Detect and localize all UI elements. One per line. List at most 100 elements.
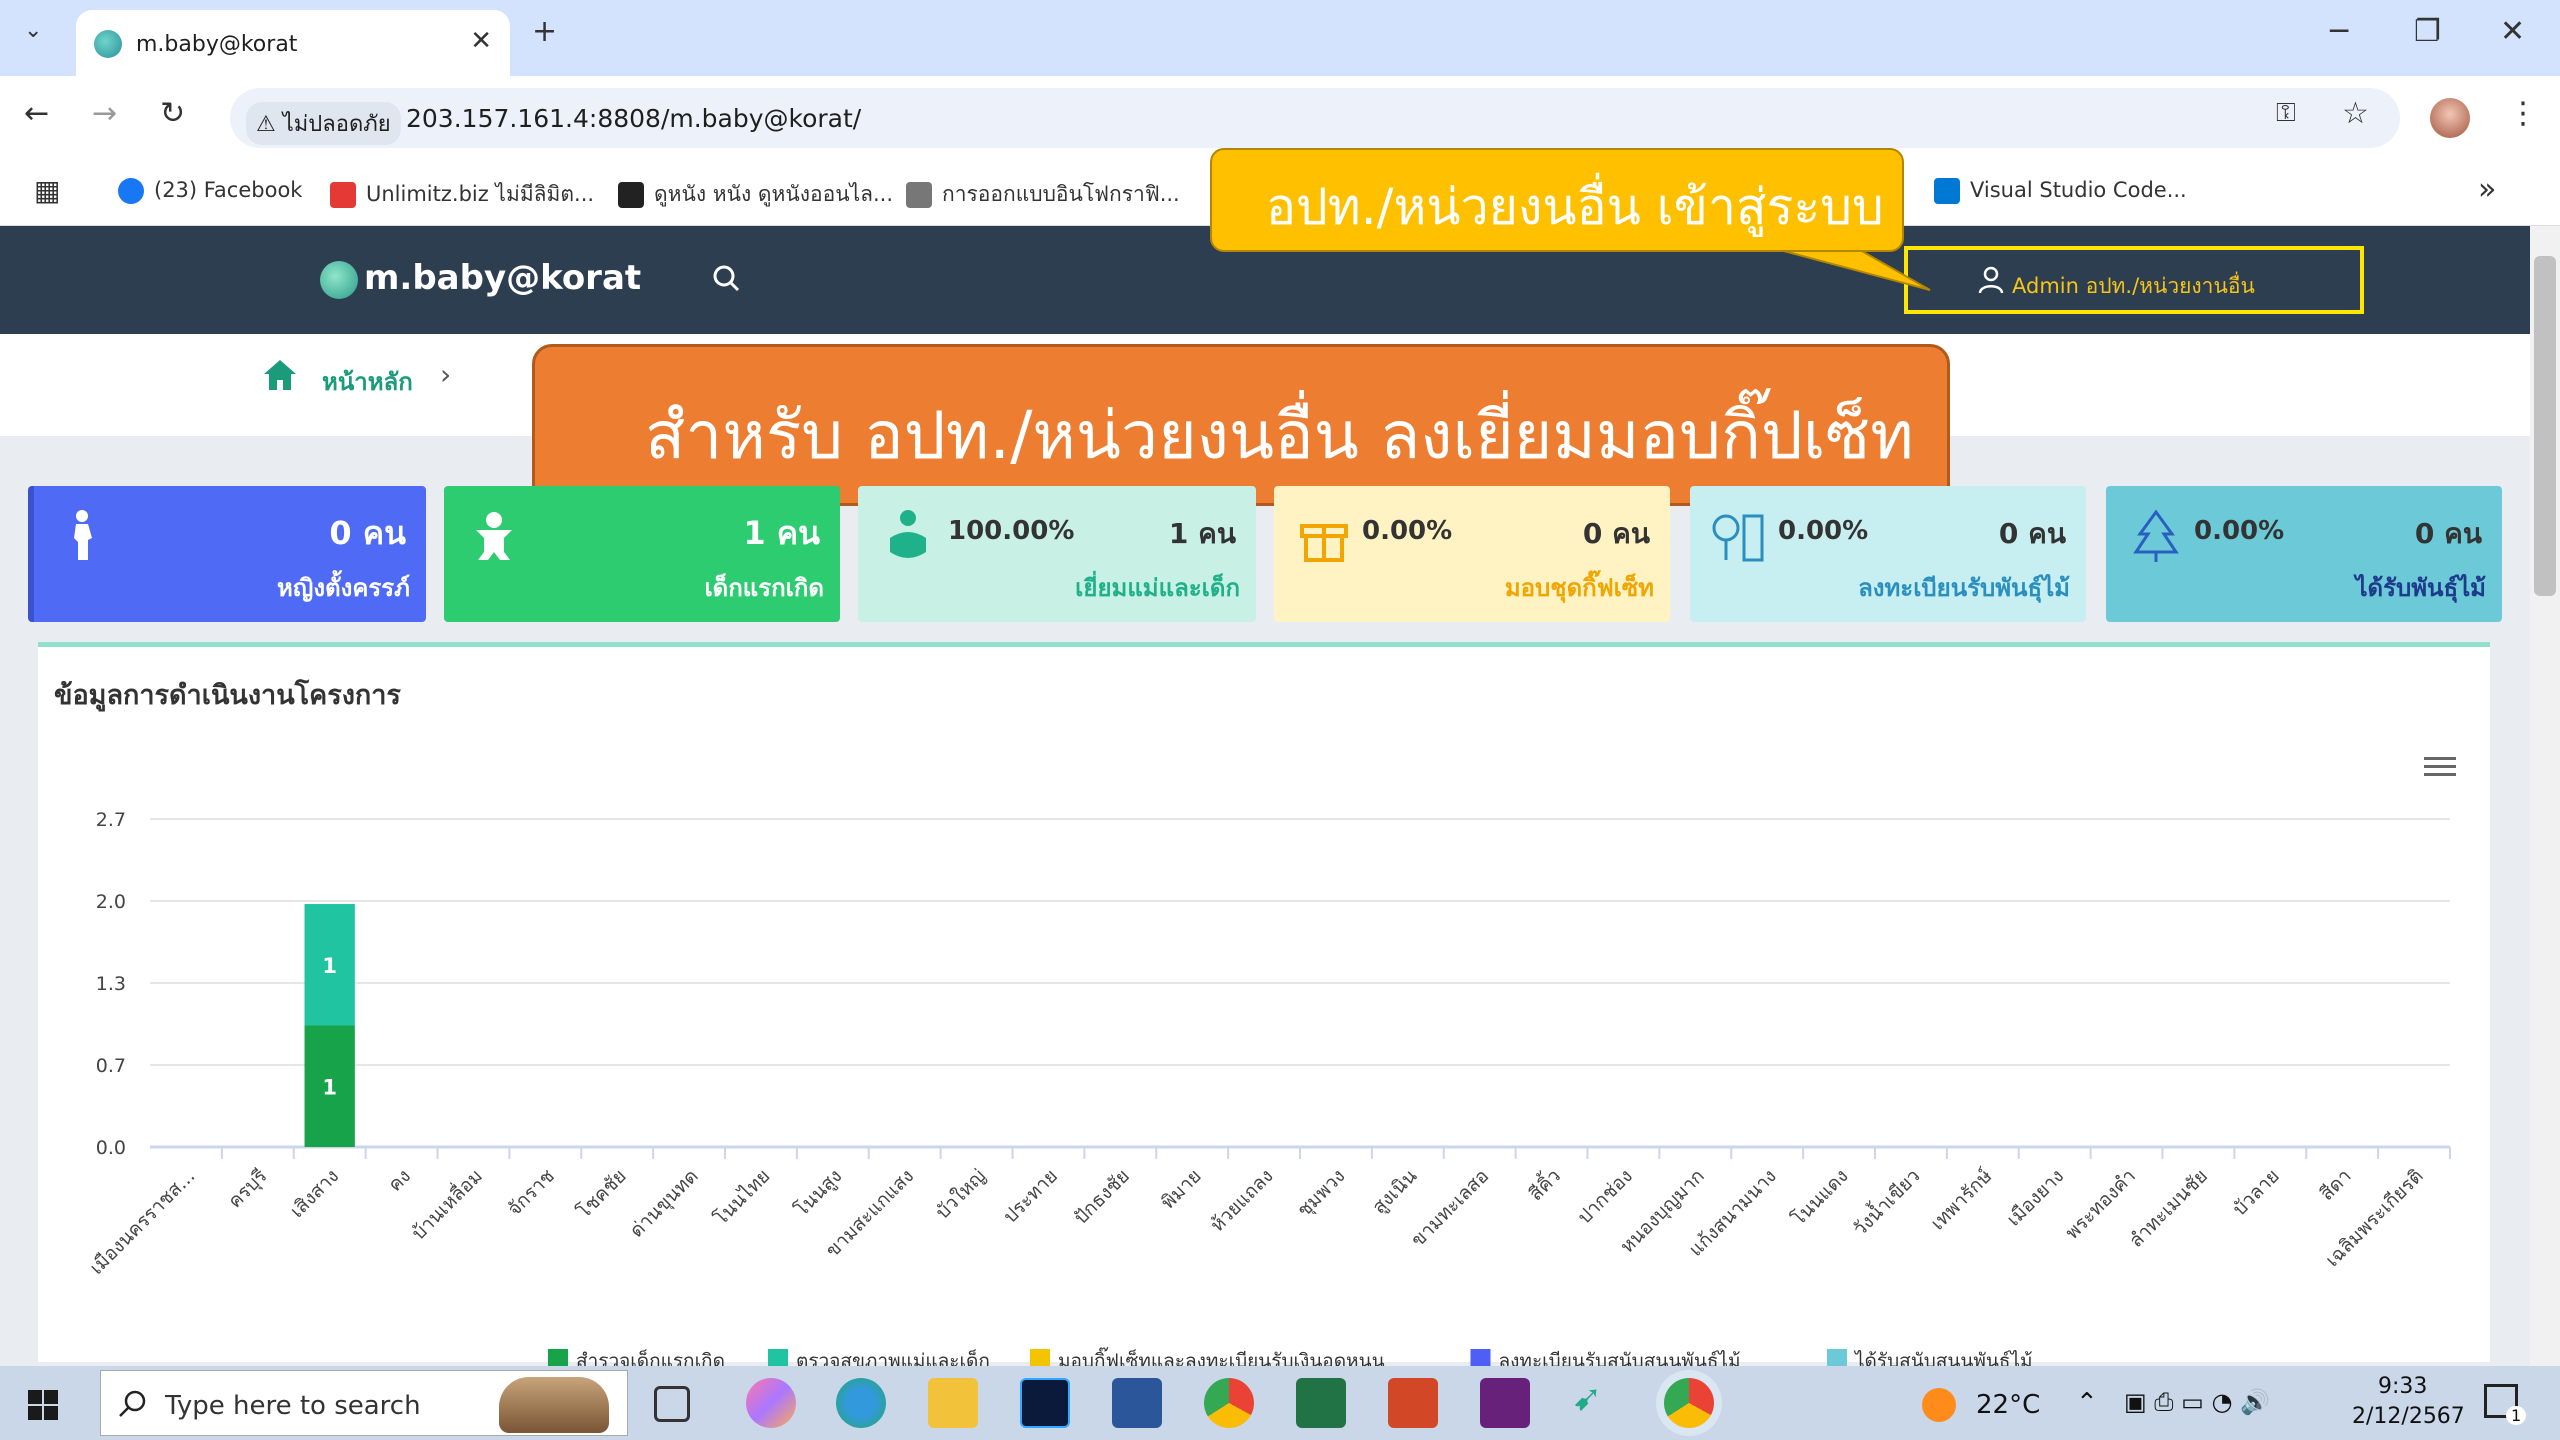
stat-label: ได้รับพันธุ์ไม้: [2355, 574, 2486, 602]
stat-percent: 0.00%: [1778, 516, 1869, 546]
tree-building-icon: [1712, 514, 1764, 562]
data-label: 1: [322, 954, 337, 978]
app-arrow-icon[interactable]: ➹: [1572, 1378, 1622, 1428]
x-tick-label: บัวลาย: [2229, 1165, 2284, 1220]
stat-card-giftset[interactable]: 0.00% 0 คน มอบชุดกิ๊ฟเซ็ท: [1274, 486, 1670, 622]
legend-label: มอบกิ๊ฟเซ็ทและลงทะเบียนรับเงินอุดหนุน: [1058, 1347, 1385, 1367]
baby-icon: [476, 512, 512, 560]
x-tick-label: เสิงสาง: [286, 1165, 343, 1222]
chart-panel: ข้อมูลการดำเนินงานโครงการ 0.0 0.7 1.3 2.0 2.…: [38, 642, 2490, 1367]
weather-icon[interactable]: [1922, 1388, 1956, 1422]
stat-label: มอบชุดกิ๊ฟเซ็ท: [1504, 574, 1654, 602]
main-callout: สำหรับ อปท./หน่วยงนอื่น ลงเยี่ยมมอบกิ๊ปเ…: [532, 344, 1950, 506]
mother-child-icon: [890, 510, 926, 558]
legend-label: ลงทะเบียนรับสนับสนุนพันธุ์ไม้: [1499, 1350, 1741, 1367]
visual-studio-icon[interactable]: [1480, 1378, 1530, 1428]
breadcrumb-home-link[interactable]: หน้าหลัก: [322, 362, 413, 401]
scrollbar-thumb[interactable]: [2534, 256, 2556, 596]
search-icon: [119, 1390, 146, 1417]
word-icon[interactable]: [1112, 1378, 1162, 1428]
page-scrollbar[interactable]: [2530, 226, 2560, 1366]
taskbar-search[interactable]: Type here to search: [100, 1370, 628, 1436]
breadcrumb-separator: ›: [440, 358, 452, 391]
y-tick-label: 0.0: [96, 1137, 126, 1159]
windows-start-icon[interactable]: [28, 1390, 58, 1420]
stat-card-visit[interactable]: 100.00% 1 คน เยี่ยมแม่และเด็ก: [858, 486, 1256, 622]
x-tick-label: ลำทะเมนชัย: [2125, 1165, 2212, 1252]
stat-value: 0 คน: [1998, 517, 2066, 550]
x-tick-label: จักราช: [503, 1165, 559, 1221]
weather-temp[interactable]: 22°C: [1976, 1390, 2040, 1420]
file-explorer-icon[interactable]: [928, 1378, 978, 1428]
pregnant-woman-icon: [74, 510, 92, 560]
home-icon[interactable]: [262, 358, 298, 392]
edge-icon[interactable]: [836, 1378, 886, 1428]
x-tick-label: ขามทะเลสอ: [1407, 1165, 1493, 1251]
x-tick-label: โนนไทย: [709, 1164, 774, 1229]
stat-label: เด็กแรกเกิด: [704, 574, 824, 602]
legend-swatch: [1827, 1349, 1847, 1367]
x-tick-label: ด่านขุนทด: [626, 1165, 704, 1243]
stat-value: 1 คน: [743, 514, 820, 552]
windows-taskbar: Type here to search ➹ 22°C ⌃ ▣ ⎙ ▭ ◔ 🔊 9…: [0, 1366, 2560, 1440]
x-tick-label: โนนแดง: [1787, 1164, 1853, 1230]
x-tick-label: เทพารักษ์: [1927, 1165, 1997, 1235]
stat-card-pregnant[interactable]: 0 คน หญิงตั้งครรภ์: [28, 486, 426, 622]
login-callout-text: อปท./หน่วยงนอื่น เข้าสู่ระบบ: [1266, 178, 1884, 236]
x-tick-label: โชคชัย: [572, 1164, 631, 1223]
login-callout: อปท./หน่วยงนอื่น เข้าสู่ระบบ: [1210, 148, 1904, 252]
x-tick-label: โนนสูง: [790, 1164, 847, 1221]
x-tick-label: ประทาย: [999, 1165, 1062, 1228]
stat-percent: 100.00%: [948, 516, 1075, 546]
notification-count: 1: [2506, 1406, 2527, 1425]
photoshop-icon[interactable]: [1020, 1378, 1070, 1428]
stat-value: 0 คน: [2414, 517, 2482, 550]
clock-time[interactable]: 9:33: [2378, 1374, 2427, 1399]
stat-label: เยี่ยมแม่และเด็ก: [1075, 574, 1240, 602]
data-label: 1: [322, 1075, 337, 1099]
x-tick-label: ครบุรี: [224, 1165, 272, 1213]
chrome-active-icon[interactable]: [1664, 1378, 1714, 1428]
stat-card-plant-register[interactable]: 0.00% 0 คน ลงทะเบียนรับพันธุ์ไม้: [1690, 486, 2086, 622]
task-view-icon[interactable]: [654, 1386, 690, 1422]
legend-label: ได้รับสนับสนุนพันธุ์ไม้: [1853, 1350, 2033, 1367]
pine-tree-icon: [2133, 509, 2179, 562]
chart-menu-icon[interactable]: [2424, 755, 2456, 779]
stat-percent: 0.00%: [2194, 516, 2285, 546]
legend-swatch: [1470, 1349, 1491, 1367]
copilot-icon[interactable]: [746, 1378, 796, 1428]
x-tick-label: เมืองยาง: [2003, 1165, 2069, 1231]
legend-label: สำรวจเด็กแรกเกิด: [576, 1348, 725, 1367]
x-tick-label: วังน้ำเขียว: [1847, 1163, 1925, 1241]
x-tick-label: บัวใหญ่: [932, 1165, 991, 1224]
excel-icon[interactable]: [1296, 1378, 1346, 1428]
x-tick-label: เมืองนครราชส...: [86, 1165, 200, 1279]
x-tick-label: สีคิ้ว: [1523, 1163, 1565, 1205]
stat-label: หญิงตั้งครรภ์: [277, 574, 410, 602]
y-tick-label: 2.7: [96, 809, 126, 831]
moose-icon: [499, 1377, 609, 1433]
x-tick-label: ชุมพวง: [1293, 1165, 1350, 1222]
legend-swatch: [1030, 1349, 1050, 1367]
stat-percent: 0.00%: [1362, 516, 1453, 546]
tray-icons[interactable]: ▣ ⎙ ▭ ◔ 🔊: [2124, 1388, 2270, 1416]
legend-swatch: [768, 1349, 788, 1367]
panel-title: ข้อมูลการดำเนินงานโครงการ: [54, 680, 401, 711]
clock-date[interactable]: 2/12/2567: [2352, 1404, 2465, 1429]
stat-value: 0 คน: [329, 514, 406, 552]
x-tick-label: ปักธงชัย: [1070, 1165, 1134, 1229]
stat-label: ลงทะเบียนรับพันธุ์ไม้: [1858, 574, 2070, 602]
y-tick-label: 2.0: [96, 891, 126, 913]
legend-swatch: [548, 1349, 568, 1367]
legend-label: ตรวจสุขภาพแม่และเด็ก: [796, 1348, 990, 1367]
stat-card-newborn[interactable]: 1 คน เด็กแรกเกิด: [444, 486, 840, 622]
search-placeholder: Type here to search: [165, 1391, 421, 1421]
stat-value: 0 คน: [1582, 517, 1650, 550]
powerpoint-icon[interactable]: [1388, 1378, 1438, 1428]
chrome-icon[interactable]: [1204, 1378, 1254, 1428]
y-tick-label: 0.7: [96, 1055, 126, 1077]
x-tick-label: คง: [384, 1165, 415, 1196]
stat-card-plant-received[interactable]: 0.00% 0 คน ได้รับพันธุ์ไม้: [2106, 486, 2502, 622]
x-tick-label: สูงเนิน: [1368, 1165, 1421, 1218]
tray-chevron-icon[interactable]: ⌃: [2076, 1388, 2098, 1418]
